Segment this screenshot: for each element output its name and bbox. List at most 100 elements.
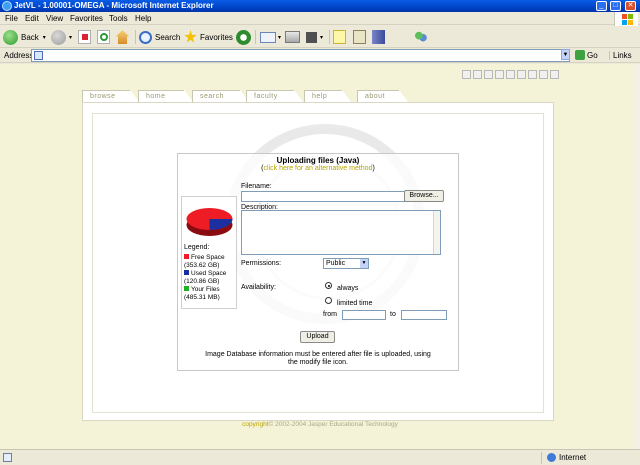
- page-viewport: browse home search faculty help about Up…: [0, 64, 640, 449]
- browse-button[interactable]: Browse...: [404, 190, 444, 202]
- tab-search[interactable]: search: [192, 90, 250, 103]
- status-bar: Internet: [0, 449, 640, 465]
- refresh-button[interactable]: [97, 29, 110, 45]
- page-tool-icons: [462, 70, 559, 79]
- permissions-select[interactable]: Public ▼: [323, 258, 369, 269]
- copyright-footer: copyright© 2002-2004 Jasper Educational …: [242, 421, 398, 428]
- to-date-input[interactable]: [401, 310, 447, 320]
- forward-button[interactable]: ▾: [51, 29, 72, 45]
- upload-title: Uploading files (Java): [276, 156, 360, 165]
- menu-tools[interactable]: Tools: [109, 14, 128, 23]
- legend-free-space-value: (353.62 GB): [184, 262, 220, 269]
- go-label: Go: [587, 50, 598, 60]
- description-textarea[interactable]: [241, 210, 441, 255]
- menu-view[interactable]: View: [46, 14, 63, 23]
- legend-title: Legend:: [184, 244, 210, 251]
- tool-icon[interactable]: [528, 70, 537, 79]
- filename-label: Filename:: [241, 183, 272, 190]
- minimize-button[interactable]: _: [596, 1, 607, 11]
- tab-help[interactable]: help: [304, 90, 352, 103]
- upload-button[interactable]: Upload: [300, 331, 335, 343]
- back-arrow-icon: [3, 29, 18, 45]
- home-button[interactable]: [116, 29, 129, 45]
- menu-favorites[interactable]: Favorites: [70, 14, 103, 23]
- favorites-button[interactable]: Favorites: [184, 29, 233, 45]
- address-bar: Address ▼ Go Links: [0, 48, 640, 63]
- links-button[interactable]: Links: [609, 51, 632, 60]
- star-icon: [184, 30, 197, 43]
- back-button[interactable]: Back ▾: [3, 29, 46, 45]
- alternative-method-link[interactable]: click here for an alternative method: [264, 165, 373, 172]
- tab-about[interactable]: about: [357, 90, 409, 103]
- legend-your-files-value: (485.31 MB): [184, 294, 220, 301]
- menu-bar: File Edit View Favorites Tools Help: [0, 12, 640, 25]
- close-button[interactable]: ✕: [625, 1, 636, 11]
- limited-time-label: limited time: [337, 300, 373, 307]
- permissions-label: Permissions:: [241, 260, 282, 267]
- radio-limited-time[interactable]: [325, 297, 332, 304]
- media-icon: [372, 30, 385, 44]
- tab-faculty[interactable]: faculty: [246, 90, 304, 103]
- chevron-down-icon[interactable]: ▾: [69, 34, 72, 41]
- media-button[interactable]: [372, 29, 385, 45]
- inner-content: Uploading files (Java) (click here for a…: [92, 113, 544, 413]
- menu-file[interactable]: File: [5, 14, 18, 23]
- messenger-icon: [414, 30, 428, 44]
- history-button[interactable]: [236, 29, 251, 45]
- security-zone: Internet: [559, 453, 587, 462]
- tool-icon[interactable]: [462, 70, 471, 79]
- tab-home[interactable]: home: [138, 90, 194, 103]
- chevron-down-icon[interactable]: ▾: [43, 34, 46, 41]
- menu-help[interactable]: Help: [135, 14, 151, 23]
- chevron-down-icon: ▼: [360, 259, 368, 268]
- mail-button[interactable]: ▾: [260, 29, 281, 45]
- discuss-button[interactable]: [333, 29, 346, 45]
- from-label: from: [323, 311, 337, 318]
- to-label: to: [390, 311, 396, 318]
- toolbar: Back ▾ ▾ Search Favorites ▾ ▾: [0, 26, 640, 48]
- windows-logo-icon: [614, 12, 638, 26]
- address-input[interactable]: [31, 49, 570, 62]
- tool-icon[interactable]: [484, 70, 493, 79]
- back-label: Back: [21, 32, 39, 42]
- mail-icon: [260, 31, 276, 43]
- stop-icon: [78, 30, 91, 44]
- search-button[interactable]: Search: [139, 29, 180, 45]
- chevron-down-icon[interactable]: ▾: [278, 34, 281, 41]
- go-arrow-icon: [575, 50, 585, 60]
- refresh-icon: [97, 30, 110, 44]
- tool-icon[interactable]: [539, 70, 548, 79]
- messenger-button[interactable]: [414, 29, 428, 45]
- tool-icon[interactable]: [517, 70, 526, 79]
- tool-icon[interactable]: [473, 70, 482, 79]
- search-icon: [139, 30, 152, 44]
- tool-icon[interactable]: [550, 70, 559, 79]
- legend-your-files: Your Files: [184, 286, 220, 294]
- book-icon: [353, 30, 366, 44]
- menu-edit[interactable]: Edit: [25, 14, 39, 23]
- research-button[interactable]: [353, 29, 366, 45]
- stop-button[interactable]: [78, 29, 91, 45]
- maximize-button[interactable]: □: [610, 1, 621, 11]
- legend-used-space: Used Space: [184, 270, 226, 278]
- tab-browse[interactable]: browse: [82, 90, 140, 103]
- forward-arrow-icon: [51, 29, 66, 45]
- tool-icon[interactable]: [495, 70, 504, 79]
- print-button[interactable]: [285, 29, 300, 45]
- textarea-scrollbar[interactable]: [433, 211, 440, 254]
- address-dropdown-icon[interactable]: ▼: [561, 49, 570, 60]
- filename-input[interactable]: [241, 191, 405, 202]
- go-button[interactable]: Go: [575, 50, 598, 60]
- from-date-input[interactable]: [342, 310, 386, 320]
- radio-always[interactable]: [325, 282, 332, 289]
- ie-icon: [2, 1, 12, 11]
- edit-button[interactable]: ▾: [306, 29, 323, 45]
- address-label: Address: [4, 51, 34, 60]
- legend-used-space-value: (120.86 GB): [184, 278, 220, 285]
- tool-icon[interactable]: [506, 70, 515, 79]
- availability-label: Availability:: [241, 284, 276, 291]
- page-scrollbar[interactable]: [633, 64, 640, 449]
- note-icon: [333, 30, 346, 44]
- chevron-down-icon[interactable]: ▾: [320, 34, 323, 41]
- page-status-icon: [3, 453, 12, 462]
